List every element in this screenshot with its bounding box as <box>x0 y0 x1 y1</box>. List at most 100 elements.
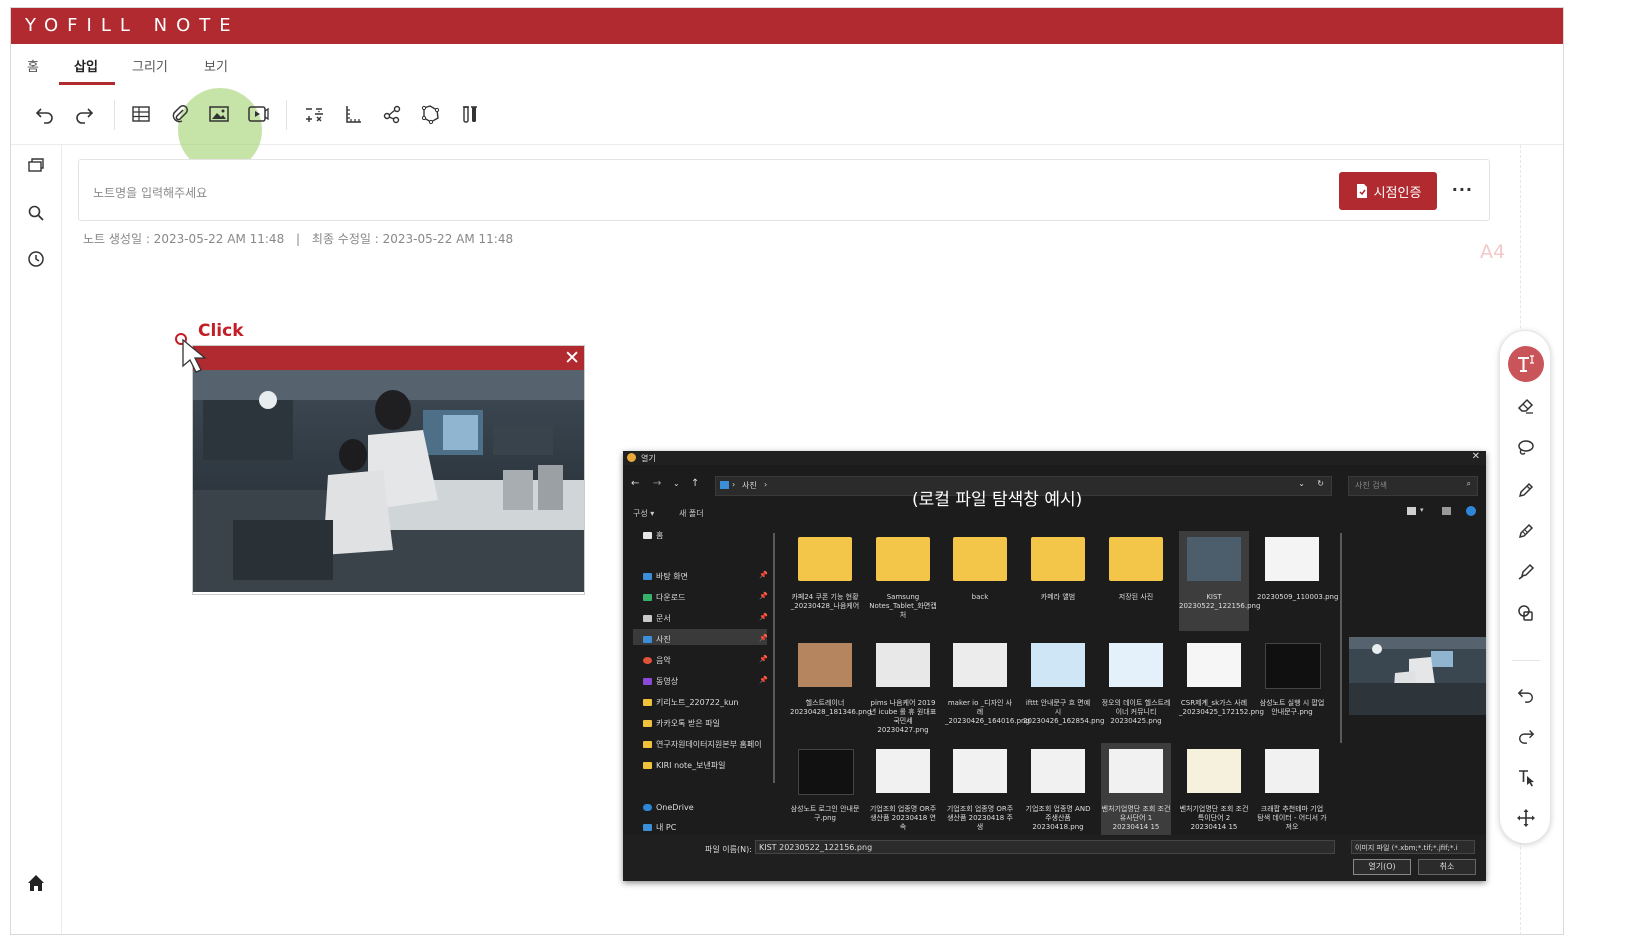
nav-scrollbar[interactable] <box>773 533 775 783</box>
new-folder-button[interactable]: 새 폴더 <box>679 508 704 519</box>
file-tile[interactable]: 20230509_110003.png <box>1257 531 1338 631</box>
pin-icon: 📌 <box>759 592 768 600</box>
home-icon[interactable] <box>24 871 48 895</box>
inserted-image[interactable]: ✕ <box>193 346 584 594</box>
redo-icon[interactable] <box>70 100 98 128</box>
file-tile[interactable]: maker io _디자인 사례 _20230426_164016.png <box>945 637 1030 737</box>
filename-input[interactable]: KIST 20230522_122156.png <box>755 840 1335 854</box>
nav-folder[interactable]: 연구자원데이터지원본부 홈페이 <box>643 738 762 750</box>
organize-button[interactable]: 구성 ▾ <box>633 508 654 519</box>
nav-folder[interactable]: 카카오톡 받은 파일 <box>643 717 720 729</box>
open-button[interactable]: 열기(O) <box>1353 859 1411 875</box>
tab-home[interactable]: 홈 <box>27 56 39 75</box>
folder-icon <box>798 537 852 581</box>
file-tile[interactable]: 벤처기업명단 조회 조건 특이단어 2 20230414 15 <box>1179 743 1249 843</box>
file-tile[interactable]: 벤처기업명단 조회 조건 유사단어 1 20230414 15 <box>1101 743 1171 843</box>
note-name-input[interactable]: 노트명을 입력해주세요 <box>93 184 207 201</box>
modified-date: 최종 수정일 : 2023-05-22 AM 11:48 <box>311 232 514 246</box>
palette-divider <box>1512 660 1540 661</box>
pages-icon[interactable] <box>24 153 48 177</box>
nav-videos[interactable]: 동영상 <box>643 675 678 687</box>
nav-folder[interactable]: 키리노트_220722_kun <box>643 696 739 708</box>
image-thumbnail <box>1109 643 1163 687</box>
file-tile[interactable]: 삼성노트 로그인 안내문구.png <box>790 743 860 843</box>
close-icon[interactable]: ✕ <box>564 347 580 369</box>
file-tile[interactable]: 카페24 쿠폰 기능 현황_20230428_나음케어 <box>790 531 860 631</box>
shapes-icon[interactable] <box>417 100 445 128</box>
search-icon[interactable] <box>24 201 48 225</box>
tab-insert[interactable]: 삽입 <box>74 56 98 75</box>
undo-icon[interactable] <box>1512 680 1540 708</box>
nav-home[interactable]: 홈 <box>643 529 663 541</box>
view-icon[interactable] <box>1407 507 1416 515</box>
nav-desktop[interactable]: 바탕 화면 <box>643 570 688 582</box>
nav-pictures[interactable]: 사진 <box>643 633 671 645</box>
image-thumbnail <box>1187 537 1241 581</box>
pin-icon: 📌 <box>759 613 768 621</box>
file-tile[interactable]: Samsung Notes_Tablet_화면캡처 <box>868 531 938 631</box>
pen-icon[interactable] <box>1512 476 1540 504</box>
help-icon[interactable] <box>1466 506 1476 516</box>
file-tile[interactable]: 카메라 앨범 <box>1023 531 1093 631</box>
file-tile[interactable]: 헬스트레이너 20230428_181346.png <box>790 637 871 737</box>
move-icon[interactable] <box>1512 804 1540 832</box>
file-tile[interactable]: 기업조회 업종명 AND주생산품 20230418.png <box>1023 743 1093 843</box>
video-icon[interactable] <box>244 100 272 128</box>
file-tile[interactable]: 크래팝 추천테마 기업 탐색 데이터 - 어디서 가져오 <box>1257 743 1327 843</box>
timestamp-cert-button[interactable]: 시점인증 <box>1339 172 1437 210</box>
text-select-icon[interactable] <box>1512 763 1540 791</box>
refresh-icon[interactable]: ↻ <box>1317 479 1324 488</box>
recent-dropdown-icon[interactable]: ⌄ <box>673 479 680 488</box>
file-tile[interactable]: pims 나음케어 2019년 icube 롤 휴 원대표 국민세 202304… <box>868 637 938 737</box>
address-dropdown-icon[interactable]: ⌄ <box>1298 479 1305 488</box>
nav-this-pc[interactable]: 내 PC <box>643 821 676 833</box>
file-tile[interactable]: 기업조회 업종명 OR주생산품 20230418 주생 <box>945 743 1015 843</box>
tab-view[interactable]: 보기 <box>204 56 228 75</box>
nav-folder[interactable]: KIRI note_보낸파일 <box>643 759 726 771</box>
filetype-select[interactable]: 이미지 파일 (*.xbm;*.tif;*.jfif;*.i <box>1351 840 1475 854</box>
nav-documents[interactable]: 문서 <box>643 612 671 624</box>
file-tile[interactable]: 정오의 데이트 헬스트레이너 커뮤니티 20230425.png <box>1101 637 1171 737</box>
back-arrow-icon[interactable]: ← <box>631 478 639 489</box>
table-icon[interactable] <box>127 100 155 128</box>
undo-icon[interactable] <box>31 100 59 128</box>
eraser-icon[interactable] <box>1512 392 1540 420</box>
shape-tool-icon[interactable] <box>1512 599 1540 627</box>
up-arrow-icon[interactable]: ↑ <box>691 478 699 489</box>
tab-draw[interactable]: 그리기 <box>132 56 168 75</box>
image-icon[interactable] <box>205 100 233 128</box>
preview-pane-icon[interactable] <box>1442 507 1451 515</box>
nav-music[interactable]: 음악 <box>643 654 671 666</box>
image-thumbnail <box>1031 643 1085 687</box>
explorer-search[interactable]: 사진 검색 ⌕ <box>1348 476 1478 496</box>
highlighter-icon[interactable] <box>1512 558 1540 586</box>
files-scrollbar[interactable] <box>1340 533 1342 743</box>
text-tool-icon[interactable] <box>1512 350 1540 378</box>
cancel-button[interactable]: 취소 <box>1418 859 1476 875</box>
file-tile[interactable]: CSR제계_sk가스 사례 _20230425_172152.png <box>1179 637 1264 737</box>
file-tile[interactable]: 삼성노트 실행 시 팝업 안내문구.png <box>1257 637 1327 737</box>
share-icon[interactable] <box>378 100 406 128</box>
tubes-icon[interactable] <box>456 100 484 128</box>
image-header-bar[interactable]: ✕ <box>193 346 584 370</box>
file-tile-selected[interactable]: KIST 20230522_122156.png <box>1179 531 1260 631</box>
ruler-icon[interactable] <box>339 100 367 128</box>
file-tile[interactable]: ifttt 안내문구 흐 면예시 20230426_162854.png <box>1023 637 1104 737</box>
lasso-icon[interactable] <box>1512 434 1540 462</box>
forward-arrow-icon[interactable]: → <box>653 478 661 489</box>
attach-icon[interactable] <box>166 100 194 128</box>
more-options-icon[interactable]: ··· <box>1452 180 1473 199</box>
lab-photo <box>193 370 584 592</box>
nav-downloads[interactable]: 다운로드 <box>643 591 685 603</box>
file-tile[interactable]: back <box>945 531 1015 631</box>
dialog-close-icon[interactable]: ✕ <box>1472 451 1480 462</box>
document-icon <box>1356 184 1367 198</box>
formula-icon[interactable] <box>300 100 328 128</box>
file-tile[interactable]: 저장된 사진 <box>1101 531 1171 631</box>
toolbar-divider <box>114 100 115 130</box>
file-tile[interactable]: 기업조회 업종명 OR주생산품 20230418 연속 <box>868 743 938 843</box>
nav-onedrive[interactable]: OneDrive <box>643 801 694 813</box>
history-icon[interactable] <box>24 247 48 271</box>
marker-icon[interactable] <box>1512 517 1540 545</box>
redo-icon[interactable] <box>1512 721 1540 749</box>
